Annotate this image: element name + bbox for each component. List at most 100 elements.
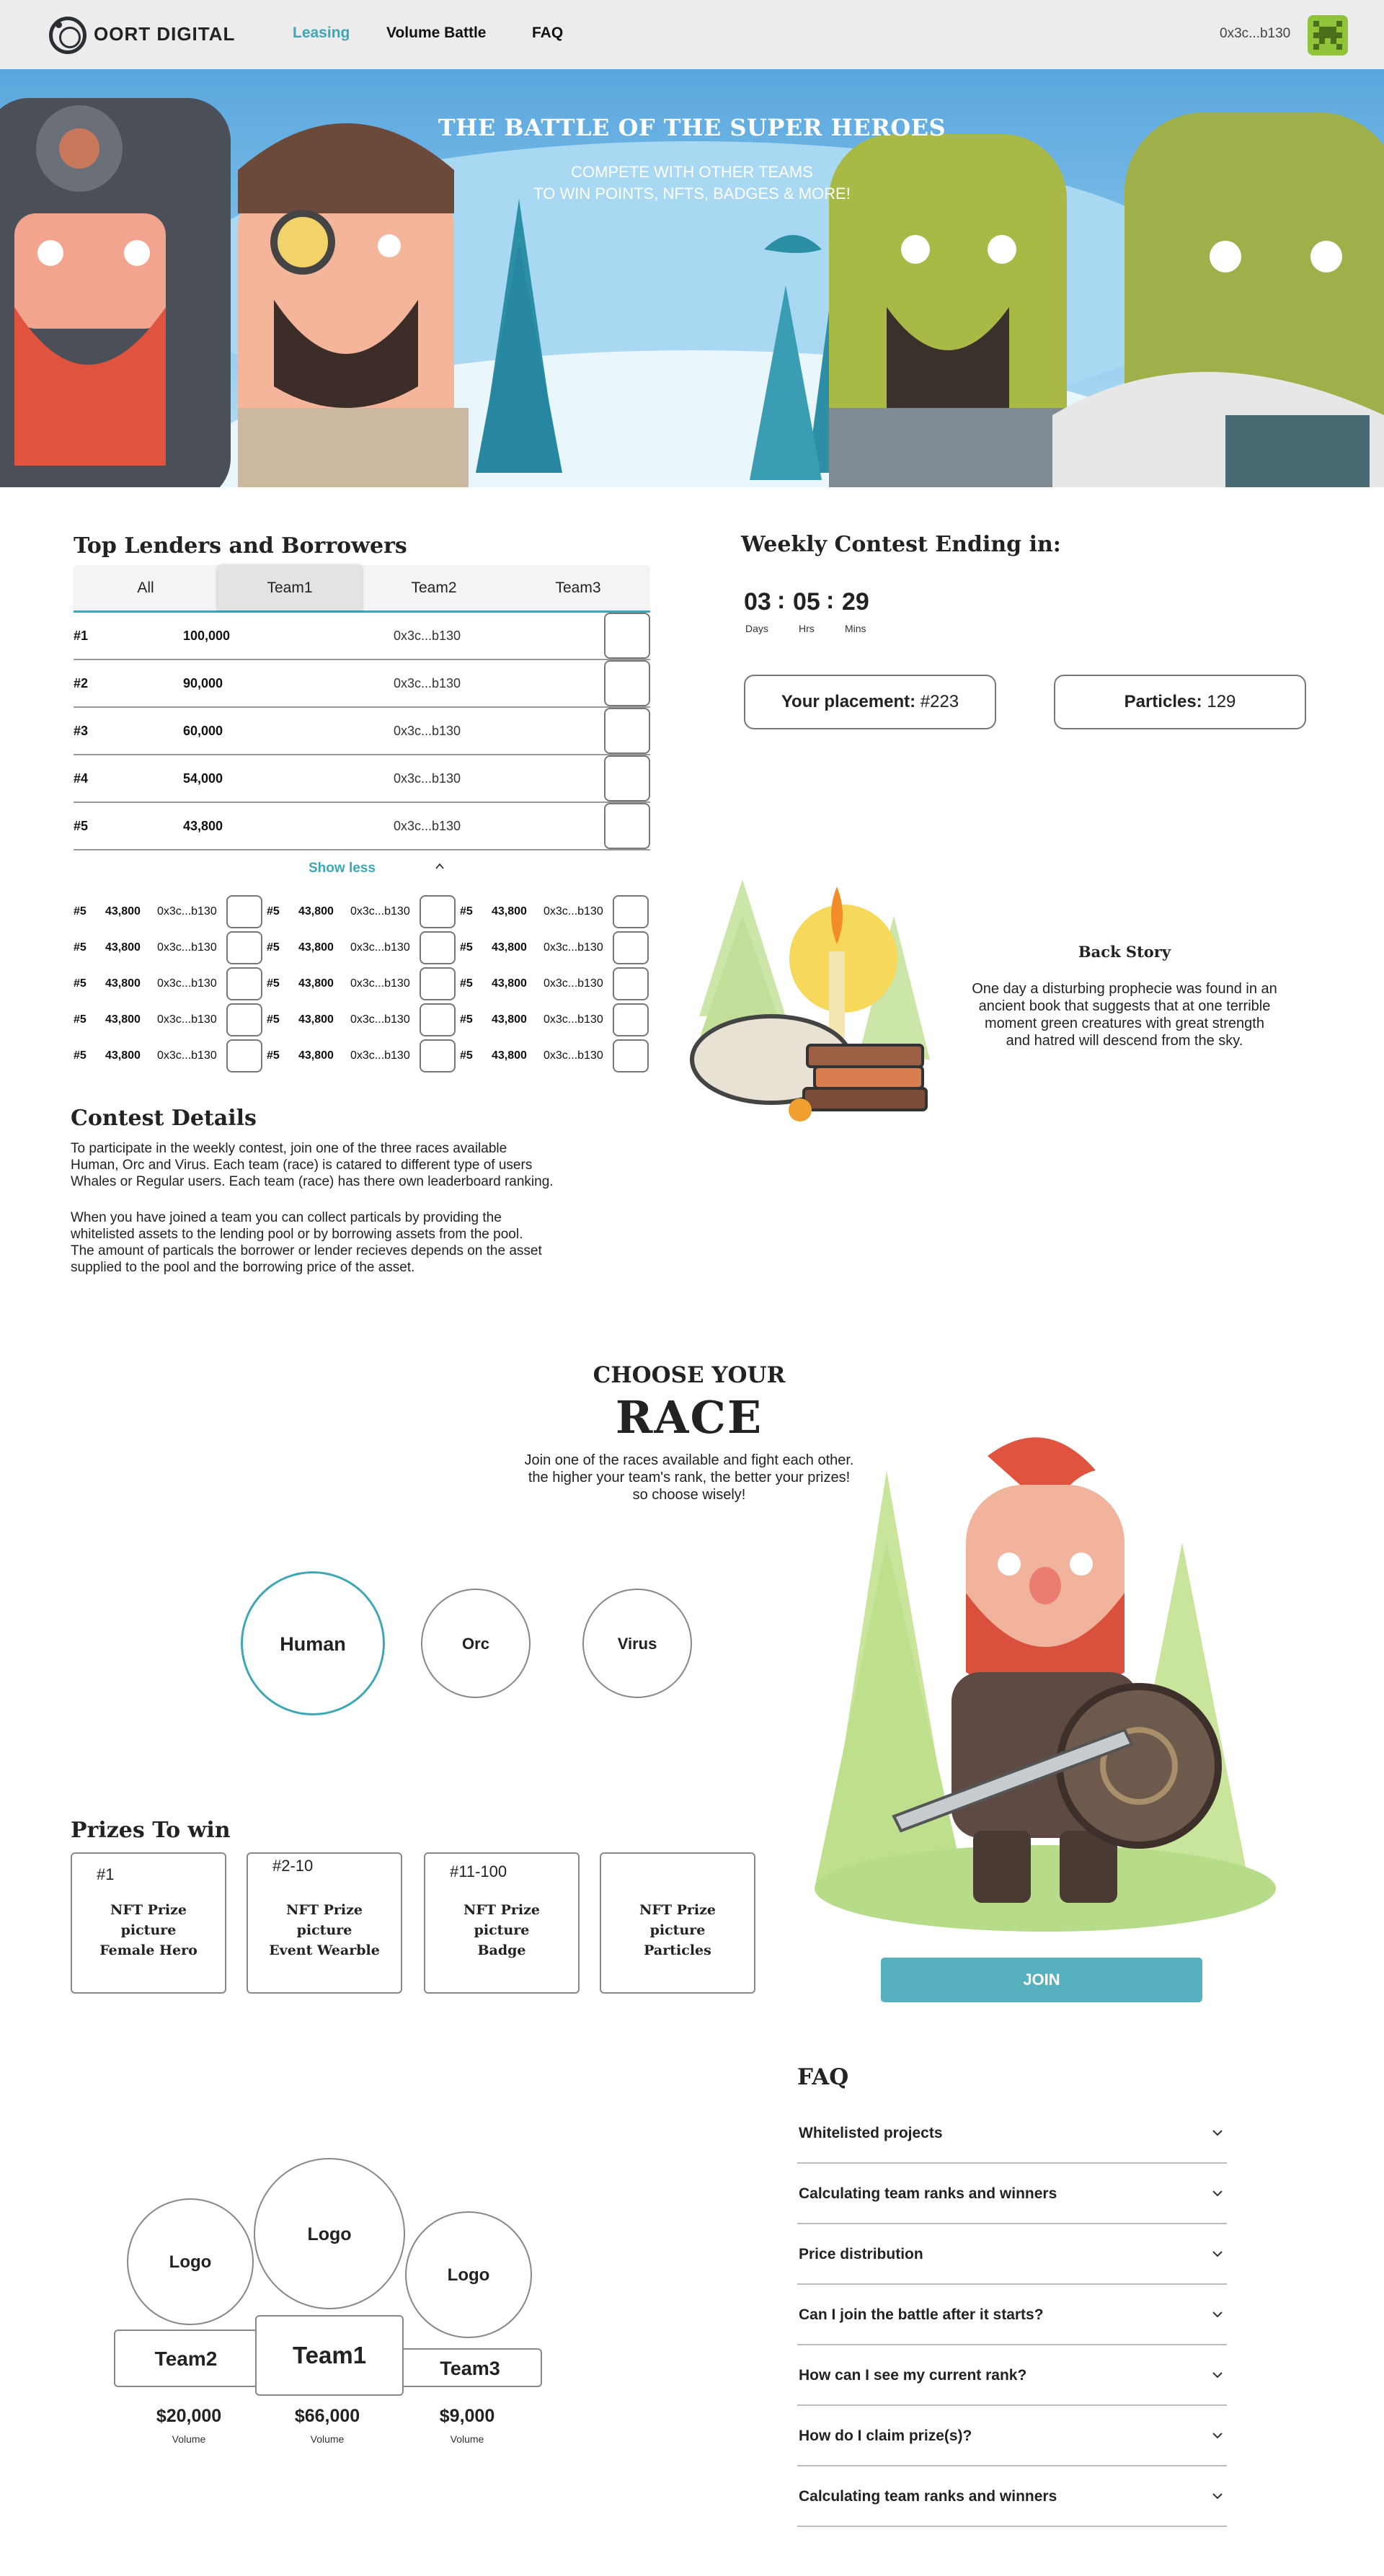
countdown-separator: :: [826, 587, 835, 614]
mini-row-address: 0x3c...b130: [157, 1049, 217, 1062]
row-avatar-box: [604, 660, 650, 706]
text-line: When you have joined a team you can coll…: [71, 1210, 502, 1225]
particles-value: 129: [1207, 692, 1236, 711]
mini-row-address: 0x3c...b130: [157, 905, 217, 918]
tab-team2[interactable]: Team2: [362, 565, 506, 610]
particles-pill: Particles: 129: [1054, 675, 1306, 729]
text-line: moment green creatures with great streng…: [985, 1016, 1264, 1031]
mini-leaderboard-row: #5 43,800 0x3c...b130: [267, 966, 457, 1002]
chevron-down-icon[interactable]: [1211, 2429, 1224, 2442]
hero-subtitle-line: COMPETE WITH OTHER TEAMS: [571, 163, 813, 181]
faq-item[interactable]: How do I claim prize(s)?: [797, 2406, 1227, 2466]
mini-row-value: 43,800: [105, 905, 141, 918]
countdown-hours: 05: [793, 588, 820, 616]
faq-item[interactable]: Calculating team ranks and winners: [797, 2466, 1227, 2527]
backstory-text: One day a disturbing prophecie was found…: [944, 980, 1305, 1049]
mini-row-avatar-box: [613, 1039, 649, 1072]
oort-logo-icon[interactable]: [49, 17, 86, 54]
mini-row-address: 0x3c...b130: [544, 941, 603, 954]
race-option-orc[interactable]: Orc: [421, 1589, 531, 1698]
prize-description: NFT Prize picture Badge: [425, 1900, 578, 1960]
prize-card: #1 NFT Prize picture Female Hero: [71, 1852, 226, 1994]
faq-item[interactable]: Calculating team ranks and winners: [797, 2164, 1227, 2224]
mini-row-rank: #5: [267, 1013, 280, 1026]
chevron-up-icon[interactable]: [435, 862, 444, 871]
mini-row-avatar-box: [420, 895, 456, 928]
mini-row-address: 0x3c...b130: [350, 1049, 410, 1062]
row-value: 60,000: [183, 724, 223, 738]
chevron-down-icon[interactable]: [1211, 2490, 1224, 2502]
chevron-down-icon[interactable]: [1211, 2308, 1224, 2321]
faq-item[interactable]: Price distribution: [797, 2224, 1227, 2285]
row-rank: #3: [74, 724, 89, 738]
text-line: Human, Orc and Virus. Each team (race) i…: [71, 1158, 533, 1173]
team1-volume: $66,000: [294, 2406, 360, 2426]
mini-row-value: 43,800: [492, 1049, 527, 1062]
race-option-human[interactable]: Human: [241, 1571, 385, 1715]
race-option-virus[interactable]: Virus: [582, 1589, 692, 1698]
chevron-down-icon[interactable]: [1211, 2126, 1224, 2139]
mini-row-address: 0x3c...b130: [350, 1013, 410, 1026]
mini-leaderboard-row: #5 43,800 0x3c...b130: [74, 894, 264, 930]
nav-faq[interactable]: FAQ: [532, 25, 563, 42]
show-less-link[interactable]: Show less: [309, 861, 376, 876]
user-avatar[interactable]: [1308, 15, 1348, 55]
countdown-days-label: Days: [745, 623, 768, 634]
row-address: 0x3c...b130: [394, 771, 461, 786]
text-line: One day a disturbing prophecie was found…: [972, 981, 1277, 997]
countdown-minutes-label: Mins: [845, 623, 866, 634]
team2-box: Team2: [114, 2329, 258, 2387]
mini-row-avatar-box: [226, 967, 262, 1000]
nav-volume-battle[interactable]: Volume Battle: [386, 25, 486, 42]
faq-item[interactable]: How can I see my current rank?: [797, 2345, 1227, 2406]
wallet-address[interactable]: 0x3c...b130: [1220, 26, 1290, 42]
text-line: Badge: [477, 1942, 526, 1958]
mini-leaderboard-row: #5 43,800 0x3c...b130: [74, 966, 264, 1002]
brand-name[interactable]: OORT DIGITAL: [94, 23, 235, 45]
mini-row-address: 0x3c...b130: [544, 1013, 603, 1026]
mini-row-avatar-box: [226, 895, 262, 928]
mini-row-address: 0x3c...b130: [157, 1013, 217, 1026]
mini-leaderboard-row: #5 43,800 0x3c...b130: [460, 894, 650, 930]
backstory-title: Back Story: [1078, 943, 1171, 961]
text-line: Event Wearble: [269, 1942, 380, 1958]
mini-row-value: 43,800: [298, 941, 334, 954]
mini-row-avatar-box: [613, 967, 649, 1000]
mini-leaderboard-row: #5 43,800 0x3c...b130: [74, 930, 264, 966]
faq-title: FAQ: [797, 2064, 849, 2090]
mini-row-avatar-box: [420, 967, 456, 1000]
human-warrior-illustration: [815, 1437, 1276, 1932]
mini-leaderboard-row: #5 43,800 0x3c...b130: [460, 1038, 650, 1074]
row-avatar-box: [604, 803, 650, 849]
tab-team1[interactable]: Team1: [218, 565, 362, 610]
chevron-down-icon[interactable]: [1211, 2187, 1224, 2200]
countdown-days: 03: [744, 588, 771, 616]
faq-item[interactable]: Can I join the battle after it starts?: [797, 2285, 1227, 2345]
tab-all[interactable]: All: [74, 565, 218, 610]
leaderboard-row: #1 100,000 0x3c...b130: [74, 613, 650, 660]
tab-team3[interactable]: Team3: [506, 565, 650, 610]
hero-subtitle-line: TO WIN POINTS, NFTS, BADGES & MORE!: [533, 185, 851, 203]
prize-description: NFT Prize picture Particles: [601, 1900, 754, 1960]
text-line: whitelisted assets to the lending pool o…: [71, 1227, 523, 1242]
nav-leasing[interactable]: Leasing: [293, 25, 350, 42]
mini-row-avatar-box: [420, 1039, 456, 1072]
leaderboard-row: #4 54,000 0x3c...b130: [74, 755, 650, 803]
text-line: supplied to the pool and the borrowing p…: [71, 1260, 415, 1275]
faq-item[interactable]: Whitelisted projects: [797, 2103, 1227, 2164]
team1-logo: Logo: [254, 2158, 405, 2309]
prize-card: #2-10 NFT Prize picture Event Wearble: [247, 1852, 402, 1994]
mini-row-value: 43,800: [105, 941, 141, 954]
faq-question: Calculating team ranks and winners: [799, 2185, 1057, 2202]
faq-question: Calculating team ranks and winners: [799, 2488, 1057, 2505]
race-heading-small: CHOOSE YOUR: [593, 1362, 786, 1388]
mini-row-rank: #5: [460, 977, 473, 990]
chevron-down-icon[interactable]: [1211, 2368, 1224, 2381]
mini-row-value: 43,800: [298, 977, 334, 990]
mini-row-rank: #5: [74, 977, 86, 990]
leaderboard-row: #3 60,000 0x3c...b130: [74, 708, 650, 755]
faq-question: How do I claim prize(s)?: [799, 2428, 972, 2444]
join-button[interactable]: JOIN: [881, 1958, 1202, 2002]
mini-row-address: 0x3c...b130: [157, 977, 217, 990]
chevron-down-icon[interactable]: [1211, 2247, 1224, 2260]
